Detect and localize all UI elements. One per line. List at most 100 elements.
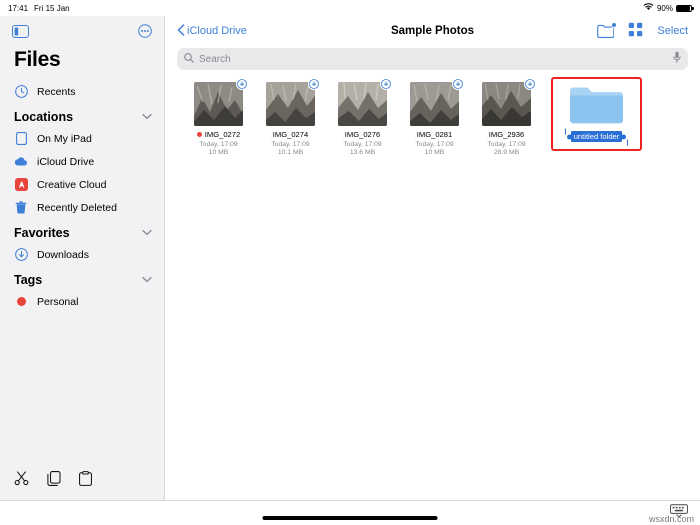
file-item[interactable]: IMG_2936 Today, 17:09 28.9 MB [477, 78, 536, 156]
sidebar-top-bar [0, 16, 164, 46]
status-right: 90% [643, 3, 694, 13]
chevron-down-icon[interactable] [142, 112, 152, 122]
section-title: Tags [14, 273, 43, 287]
sidebar-item-label: Creative Cloud [37, 178, 107, 191]
cut-icon[interactable] [14, 471, 29, 491]
search-icon [184, 50, 194, 68]
navigation-bar: iCloud Drive Sample Photos Select [165, 16, 700, 46]
thumbnail-container [194, 78, 248, 126]
folder-name-value: untitled folder [573, 132, 620, 141]
sidebar-item-creative-cloud[interactable]: Creative Cloud [0, 173, 164, 196]
file-name: IMG_0276 [344, 130, 381, 139]
file-name: IMG_0281 [416, 130, 453, 139]
file-item[interactable]: IMG_0276 Today, 17:09 13.6 MB [333, 78, 392, 156]
file-name-row: IMG_0281 [417, 130, 452, 139]
sidebar-item-recently-deleted[interactable]: Recently Deleted [0, 196, 164, 219]
file-name-row: IMG_0274 [273, 130, 308, 139]
sidebar-item-label: Downloads [37, 248, 89, 261]
status-left: 17:41 Fri 15 Jan [8, 4, 70, 13]
file-size: 28.9 MB [493, 149, 520, 156]
icloud-download-icon [524, 78, 536, 90]
battery-percent: 90% [656, 3, 673, 13]
download-icon [14, 248, 28, 261]
folder-icon [569, 84, 624, 126]
file-name-row: IMG_2936 [489, 130, 524, 139]
sidebar-item-recents[interactable]: Recents [0, 80, 164, 103]
ipad-icon [14, 132, 28, 145]
photo-thumbnail [266, 82, 315, 126]
sidebar-section-tags[interactable]: Tags [0, 266, 164, 290]
sidebar-item-personal-tag[interactable]: Personal [0, 290, 164, 313]
more-circle-icon[interactable] [138, 24, 152, 38]
sidebar-title: Files [14, 48, 61, 71]
thumbnail-container [482, 78, 536, 126]
back-button[interactable]: iCloud Drive [177, 23, 247, 39]
creative-cloud-icon [14, 178, 28, 191]
sidebar-item-label: On My iPad [37, 132, 92, 145]
file-name-row: IMG_0276 [345, 130, 380, 139]
sidebar-item-label: Recents [37, 85, 76, 98]
ipad-files-app: 17:41 Fri 15 Jan 90% Files Recents Locat… [0, 0, 700, 525]
search-input[interactable]: Search [199, 54, 668, 65]
search-container: Search [165, 46, 700, 78]
bottom-bar: wsxdn.com [0, 501, 700, 525]
new-folder-item[interactable]: untitled folder [551, 77, 642, 151]
status-date: Fri 15 Jan [34, 3, 70, 13]
sidebar-item-on-my-ipad[interactable]: On My iPad [0, 127, 164, 150]
file-name: IMG_0274 [272, 130, 309, 139]
file-item[interactable]: IMG_0274 Today, 17:09 10.1 MB [261, 78, 320, 156]
file-size: 10 MB [208, 149, 229, 156]
wifi-icon [643, 3, 654, 13]
file-name: IMG_2936 [488, 130, 525, 139]
photo-thumbnail [410, 82, 459, 126]
red-dot-icon [14, 297, 28, 306]
tag-dot-icon [196, 132, 202, 137]
sidebar-item-label: Recently Deleted [37, 201, 117, 214]
search-bar[interactable]: Search [177, 48, 688, 70]
clock-icon [14, 85, 28, 98]
sidebar-item-icloud-drive[interactable]: iCloud Drive [0, 150, 164, 173]
file-item[interactable]: IMG_0281 Today, 17:09 10 MB [405, 78, 464, 156]
file-name-row: IMG_0272 [196, 130, 241, 139]
thumbnail-container [266, 78, 320, 126]
file-size: 10 MB [424, 149, 445, 156]
paste-icon[interactable] [79, 471, 92, 491]
select-button[interactable]: Select [657, 25, 688, 37]
home-indicator[interactable] [262, 516, 438, 520]
icloud-download-icon [236, 78, 248, 90]
trash-icon [14, 201, 28, 214]
sidebar-section-locations[interactable]: Locations [0, 103, 164, 127]
new-folder-icon[interactable] [597, 22, 618, 38]
cloud-icon [14, 156, 28, 167]
selection-handle-left[interactable] [564, 128, 572, 139]
chevron-left-icon [177, 23, 185, 39]
status-bar: 17:41 Fri 15 Jan 90% [0, 0, 700, 16]
file-date: Today, 17:09 [271, 140, 310, 148]
chevron-down-icon[interactable] [142, 228, 152, 238]
sidebar-section-favorites[interactable]: Favorites [0, 219, 164, 243]
photo-thumbnail [482, 82, 531, 126]
selection-handle-right[interactable] [621, 134, 629, 145]
status-time: 17:41 [8, 3, 29, 13]
photo-thumbnail [194, 82, 243, 126]
main-content: iCloud Drive Sample Photos Select Search… [165, 16, 700, 500]
file-date: Today, 17:09 [487, 140, 526, 148]
sidebar-item-label: Personal [37, 295, 79, 308]
battery-icon [676, 4, 694, 12]
sidebar-item-downloads[interactable]: Downloads [0, 243, 164, 266]
microphone-icon[interactable] [673, 50, 681, 68]
grid-view-icon[interactable] [628, 22, 643, 40]
icloud-download-icon [308, 78, 320, 90]
folder-name-input[interactable]: untitled folder [564, 128, 629, 145]
sidebar-bottom-toolbar [0, 462, 164, 500]
file-item[interactable]: IMG_0272 Today, 17:09 10 MB [189, 78, 248, 156]
chevron-down-icon[interactable] [142, 275, 152, 285]
icloud-download-icon [380, 78, 392, 90]
photo-thumbnail [338, 82, 387, 126]
sidebar-toggle-icon[interactable] [12, 24, 29, 38]
file-name: IMG_0272 [204, 130, 241, 139]
copy-icon[interactable] [47, 471, 61, 491]
file-date: Today, 17:09 [415, 140, 454, 148]
file-size: 13.6 MB [349, 149, 376, 156]
body-split: Files Recents Locations On My iPad iClou… [0, 16, 700, 500]
